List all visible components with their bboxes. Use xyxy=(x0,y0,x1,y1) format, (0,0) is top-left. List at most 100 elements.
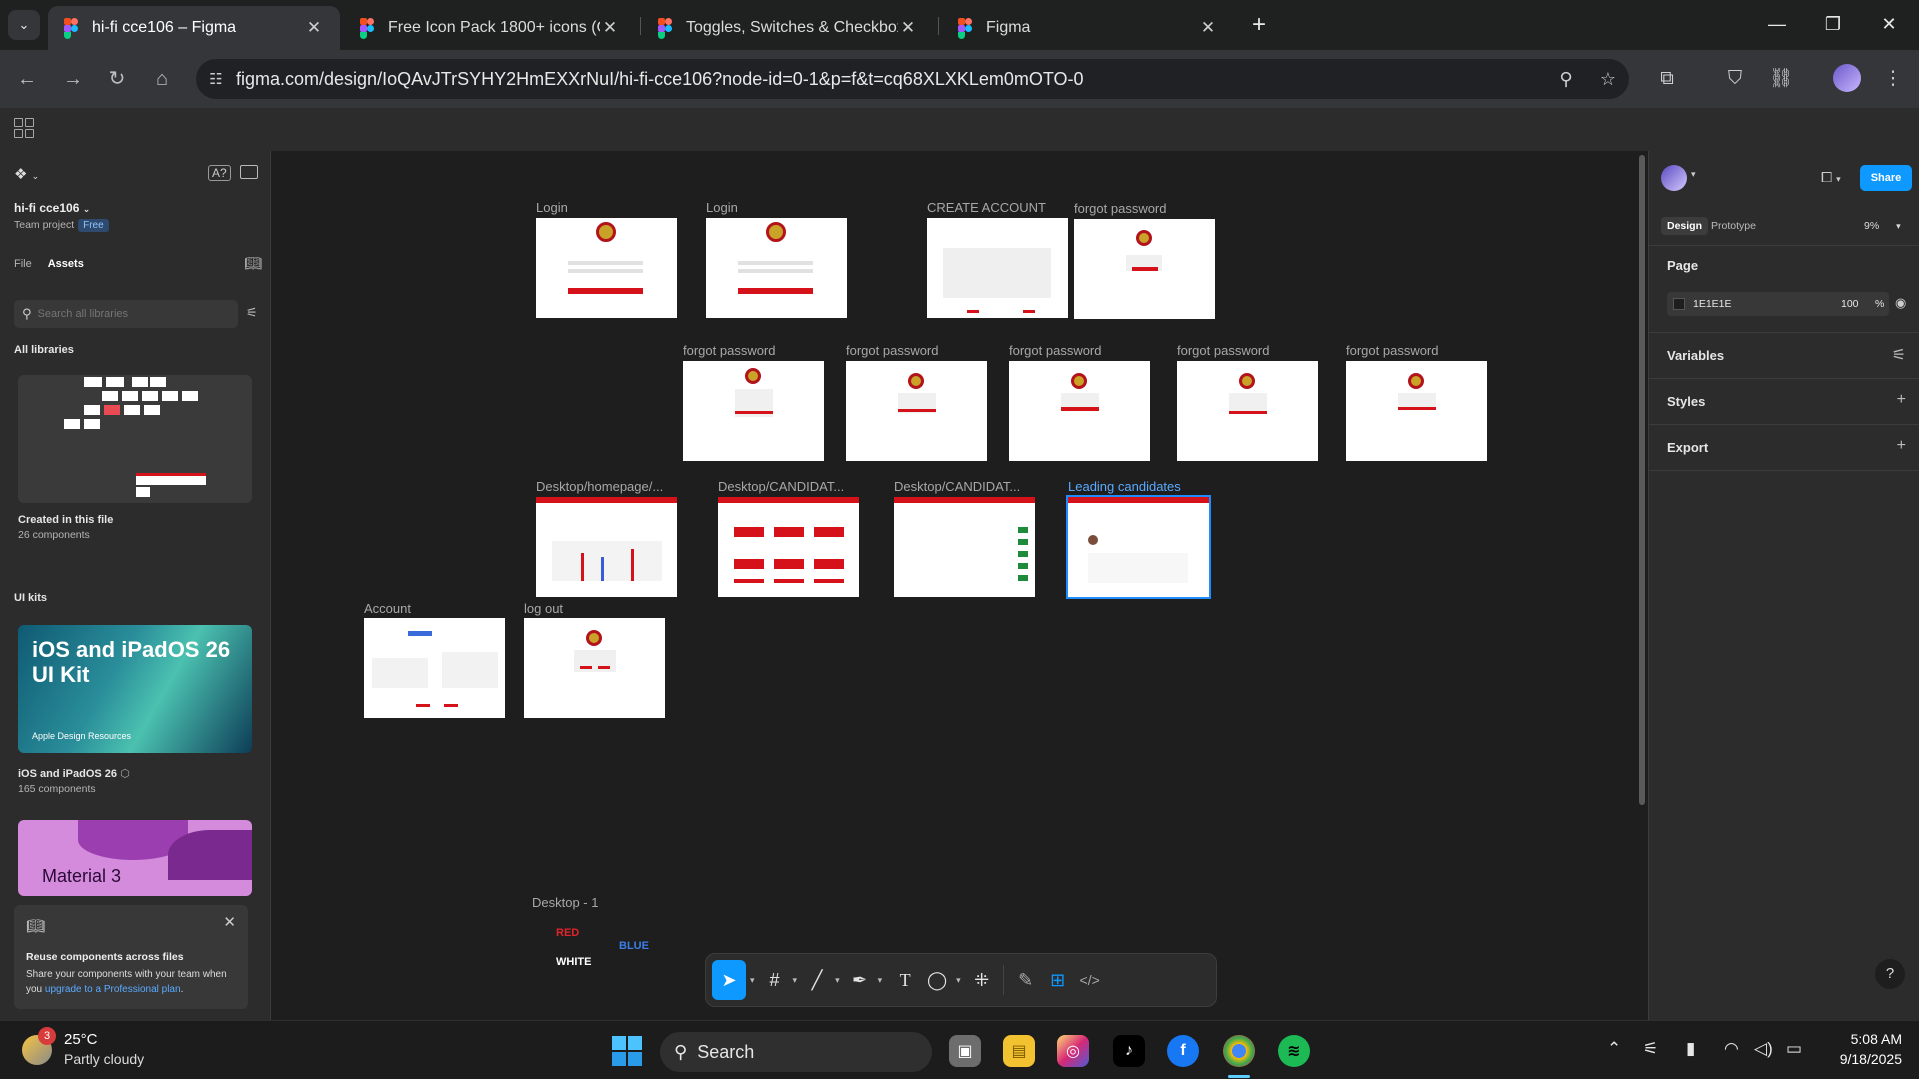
styles-section[interactable]: Styles + xyxy=(1649,379,1919,425)
frame-label[interactable]: forgot password xyxy=(683,343,776,358)
frame-label[interactable]: Desktop/CANDIDAT... xyxy=(718,479,859,494)
frame-label[interactable]: Desktop/homepage/... xyxy=(536,479,677,494)
frame-forgot-password-2[interactable] xyxy=(683,361,824,461)
chevron-down-icon[interactable]: ▾ xyxy=(835,975,840,986)
add-export-icon[interactable]: + xyxy=(1897,437,1906,455)
color-label-red[interactable]: RED xyxy=(556,927,579,939)
comment-tool-button[interactable]: ◯ xyxy=(922,960,952,1000)
frame-forgot-password-5[interactable] xyxy=(1177,361,1318,461)
visibility-eye-icon[interactable]: ◉ xyxy=(1895,295,1906,311)
frame-candidates-1[interactable] xyxy=(718,497,859,597)
weather-description[interactable]: Partly cloudy xyxy=(64,1051,144,1067)
library-search-input[interactable] xyxy=(37,308,228,320)
text-tool-button[interactable]: T xyxy=(888,960,922,1000)
incognito-icon[interactable]: ⛉ xyxy=(1718,62,1752,96)
chevron-down-icon[interactable]: ▾ xyxy=(1691,169,1696,180)
chevron-down-icon[interactable]: ▾ xyxy=(1896,221,1901,231)
close-icon[interactable]: ✕ xyxy=(1198,18,1218,38)
chevron-down-icon[interactable]: ▾ xyxy=(750,975,755,986)
file-explorer-icon[interactable]: ▤ xyxy=(1003,1035,1035,1067)
frame-label[interactable]: Desktop - 1 xyxy=(532,895,598,910)
toggle-sidebar-icon[interactable] xyxy=(240,165,258,179)
frame-label[interactable]: Account xyxy=(364,601,411,616)
close-icon[interactable]: ✕ xyxy=(223,913,236,931)
restore-button[interactable]: ❐ xyxy=(1813,8,1853,40)
chevron-up-icon[interactable]: ⌃ xyxy=(1607,1039,1621,1059)
task-view-icon[interactable]: ▣ xyxy=(949,1035,981,1067)
network-bars-icon[interactable]: ▮ xyxy=(1686,1039,1695,1059)
chevron-down-icon[interactable]: ▾ xyxy=(793,975,798,986)
file-name[interactable]: hi-fi cce106 ⌄ xyxy=(14,201,90,215)
frame-forgot-password-6[interactable] xyxy=(1346,361,1487,461)
main-menu-button[interactable]: ❖ ⌄ xyxy=(14,165,39,183)
frame-label[interactable]: forgot password xyxy=(1177,343,1270,358)
windows-start-icon[interactable] xyxy=(612,1036,642,1066)
battery-icon[interactable]: ▭ xyxy=(1786,1039,1802,1059)
present-icon[interactable]: ⧠ ▾ xyxy=(1821,169,1841,186)
frame-homepage[interactable] xyxy=(536,497,677,597)
home-button[interactable]: ⌂ xyxy=(145,62,179,96)
volume-icon[interactable]: ◁) xyxy=(1754,1039,1773,1059)
frame-leading-candidates[interactable] xyxy=(1066,495,1211,599)
chevron-down-icon[interactable]: ▾ xyxy=(878,975,883,986)
design-mode-icon[interactable]: ⊞ xyxy=(1042,960,1074,1000)
settings-sliders-icon[interactable]: ⚟ xyxy=(1643,1039,1658,1059)
actions-button[interactable]: ⁜ xyxy=(967,960,997,1000)
move-tool-button[interactable]: ➤ xyxy=(712,960,746,1000)
frame-label[interactable]: forgot password xyxy=(1009,343,1102,358)
window-close-button[interactable]: ✕ xyxy=(1869,8,1909,40)
weather-temp[interactable]: 25°C xyxy=(64,1031,98,1048)
export-section[interactable]: Export + xyxy=(1649,425,1919,471)
wifi-icon[interactable]: ◠ xyxy=(1724,1039,1739,1059)
tiktok-icon[interactable]: ♪ xyxy=(1113,1035,1145,1067)
frame-label[interactable]: log out xyxy=(524,601,563,616)
more-menu-icon[interactable]: ⋮ xyxy=(1876,62,1910,96)
dev-mode-icon[interactable]: </> xyxy=(1074,960,1106,1000)
tab-file[interactable]: File xyxy=(14,258,32,270)
color-swatch[interactable] xyxy=(1673,298,1685,310)
frame-create-account[interactable] xyxy=(927,218,1068,318)
forward-button[interactable]: → xyxy=(56,62,90,96)
share-button[interactable]: Share xyxy=(1860,165,1912,191)
tab-prototype[interactable]: Prototype xyxy=(1711,220,1756,232)
add-style-icon[interactable]: + xyxy=(1897,391,1906,409)
facebook-icon[interactable]: f xyxy=(1167,1035,1199,1067)
tab-search-dropdown[interactable]: ⌄ xyxy=(8,10,40,40)
tab-figma-file[interactable]: hi-fi cce106 – Figma ✕ xyxy=(48,6,340,50)
page-color-hex[interactable]: 1E1E1E xyxy=(1693,298,1732,310)
frame-log-out[interactable] xyxy=(524,618,665,718)
draw-mode-icon[interactable]: ✎ xyxy=(1010,960,1042,1000)
frame-forgot-password-3[interactable] xyxy=(846,361,987,461)
page-color-field[interactable]: 1E1E1E 100 % xyxy=(1667,292,1889,316)
color-label-white[interactable]: WHITE xyxy=(556,956,591,968)
frame-label[interactable]: Login xyxy=(706,200,738,215)
library-search[interactable]: ⚲ xyxy=(14,300,238,328)
minimize-button[interactable]: — xyxy=(1757,8,1797,40)
link-icon[interactable]: ⛓ xyxy=(1764,62,1798,96)
frame-login-2[interactable] xyxy=(706,218,847,318)
tab-icon-pack[interactable]: Free Icon Pack 1800+ icons (Co ✕ xyxy=(344,6,636,50)
frame-label[interactable]: forgot password xyxy=(1346,343,1439,358)
frame-label[interactable]: forgot password xyxy=(846,343,939,358)
color-label-blue[interactable]: BLUE xyxy=(619,940,649,952)
apps-grid-icon[interactable] xyxy=(14,118,34,138)
extensions-icon[interactable]: ⧉ xyxy=(1650,62,1684,96)
new-tab-button[interactable]: + xyxy=(1244,10,1274,40)
clock-date[interactable]: 9/18/2025 xyxy=(1822,1051,1902,1067)
tab-assets[interactable]: Assets xyxy=(48,258,84,270)
upgrade-link[interactable]: upgrade to a Professional plan xyxy=(45,984,181,995)
frame-forgot-password-4[interactable] xyxy=(1009,361,1150,461)
local-library-card[interactable] xyxy=(18,375,252,503)
site-info-icon[interactable]: ☷ xyxy=(196,70,236,88)
canvas-scrollbar[interactable] xyxy=(1639,155,1645,805)
line-tool-button[interactable]: ╱ xyxy=(803,960,831,1000)
ai-icon[interactable]: A? xyxy=(208,165,231,181)
chrome-icon[interactable] xyxy=(1223,1035,1255,1067)
variables-settings-icon[interactable]: ⚟ xyxy=(1892,345,1906,365)
frame-candidates-2[interactable] xyxy=(894,497,1035,597)
frame-tool-button[interactable]: # xyxy=(761,960,789,1000)
user-avatar[interactable] xyxy=(1661,165,1687,191)
pen-tool-button[interactable]: ✒ xyxy=(846,960,874,1000)
address-bar[interactable]: ☷ figma.com/design/IoQAvJTrSYHY2HmEXXrNu… xyxy=(196,59,1629,99)
frame-label-selected[interactable]: Leading candidates xyxy=(1068,479,1181,494)
